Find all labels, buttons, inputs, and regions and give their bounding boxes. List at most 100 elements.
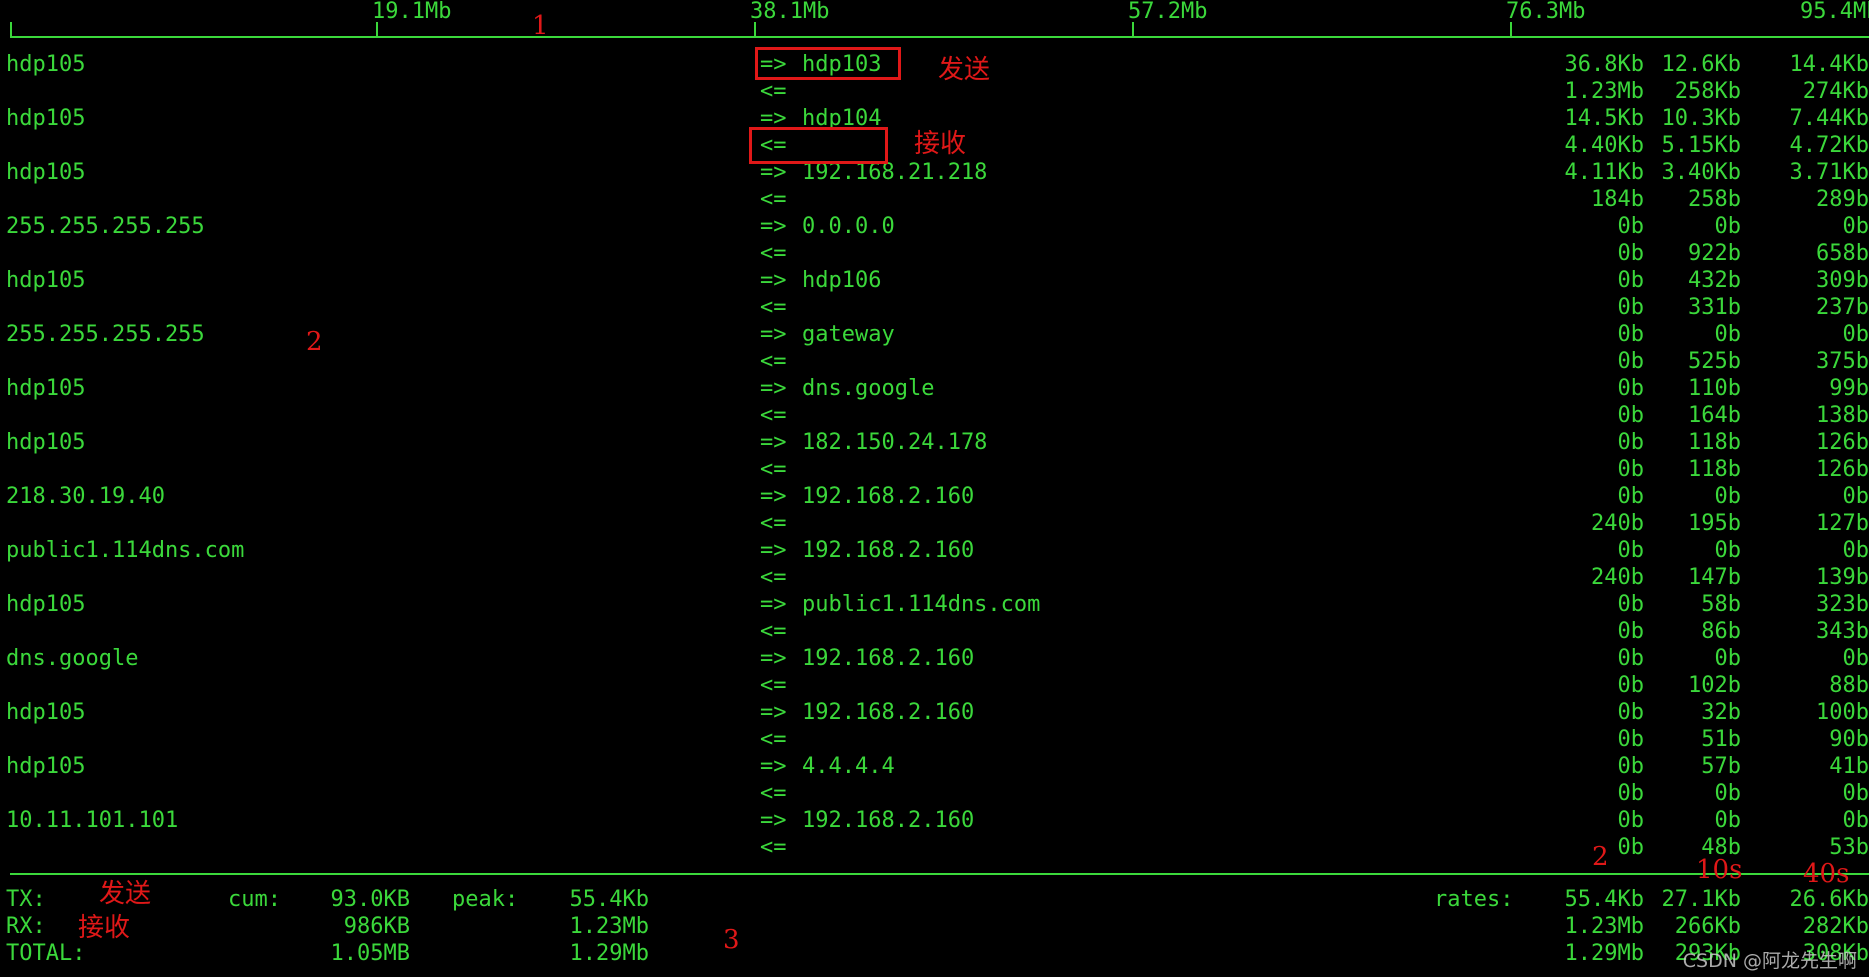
- source-host: public1.114dns.com: [6, 538, 245, 563]
- rx-rate-10s: 51b: [1701, 727, 1741, 752]
- tx-rate-40s: 309b: [1816, 268, 1869, 293]
- rx-rate-10s: 258b: [1688, 187, 1741, 212]
- rx-rate-2s: 0b: [1617, 403, 1645, 428]
- connection-receive-row: <= 0b 51b 90b: [0, 726, 1869, 753]
- scale-tick: [1132, 22, 1134, 36]
- annotation-receive: 接收: [914, 129, 967, 159]
- scale-tick: [1510, 22, 1512, 36]
- rx-rate-40s: 90b: [1829, 727, 1869, 752]
- rx-rate-2s: 0b: [1617, 835, 1645, 860]
- rx-totals-row: RX: 986KB 1.23Mb 1.23Mb 266Kb 282Kb: [0, 913, 1869, 940]
- tx-rate-10s: 58b: [1701, 592, 1741, 617]
- send-arrow: =>: [760, 322, 787, 347]
- rx-rate-2s: 1.23Mb: [1564, 914, 1644, 939]
- destination-host: 192.168.2.160: [802, 538, 975, 563]
- tx-rate-2s: 14.5Kb: [1564, 106, 1644, 131]
- scale-axis-line: [10, 36, 1869, 38]
- rx-rate-2s: 4.40Kb: [1564, 133, 1644, 158]
- tx-peak: 55.4Kb: [569, 887, 649, 912]
- send-arrow: =>: [760, 592, 787, 617]
- rx-rate-40s: 53b: [1829, 835, 1869, 860]
- tx-rate-2s: 4.11Kb: [1564, 160, 1644, 185]
- destination-host: dns.google: [802, 376, 935, 401]
- send-arrow: =>: [760, 754, 787, 779]
- connection-receive-row: <= 0b 0b 0b: [0, 780, 1869, 807]
- source-host: hdp105: [6, 592, 86, 617]
- rx-rate-10s: 5.15Kb: [1661, 133, 1741, 158]
- tx-rate-10s: 57b: [1701, 754, 1741, 779]
- source-host: hdp105: [6, 754, 86, 779]
- connection-receive-row: <= 240b 147b 139b: [0, 564, 1869, 591]
- destination-host: gateway: [802, 322, 895, 347]
- rx-rate-10s: 331b: [1688, 295, 1741, 320]
- connection-send-row: public1.114dns.com => 192.168.2.160 0b 0b 0b: [0, 537, 1869, 564]
- connection-receive-row: <= 0b 331b 237b: [0, 294, 1869, 321]
- connection-pair: 10.11.101.101 => 192.168.2.160 0b 0b 0b <= 0b 48…: [0, 807, 1869, 861]
- source-host: 10.11.101.101: [6, 808, 179, 833]
- rx-rate-2s: 0b: [1617, 619, 1645, 644]
- tx-rate-2s: 0b: [1617, 430, 1645, 455]
- tx-rate-40s: 0b: [1842, 214, 1869, 239]
- source-host: hdp105: [6, 52, 86, 77]
- connection-receive-row: <= 0b 102b 88b: [0, 672, 1869, 699]
- rx-rate-2s: 0b: [1617, 457, 1645, 482]
- tx-rate-40s: 26.6Kb: [1789, 887, 1869, 912]
- connection-send-row: hdp105 => 182.150.24.178 0b 118b 126b: [0, 429, 1869, 456]
- tx-rate-40s: 99b: [1829, 376, 1869, 401]
- annotation-tx-cn: 发送: [99, 879, 152, 909]
- connection-pair: hdp105 => hdp103 36.8Kb 12.6Kb 14.4Kb <= 1.23Mb…: [0, 51, 1869, 105]
- tx-rate-40s: 7.44Kb: [1789, 106, 1869, 131]
- receive-arrow: <=: [760, 349, 787, 374]
- rx-rate-2s: 0b: [1617, 781, 1645, 806]
- destination-host: 0.0.0.0: [802, 214, 895, 239]
- tx-rate-40s: 126b: [1816, 430, 1869, 455]
- tx-rate-2s: 55.4Kb: [1564, 887, 1644, 912]
- rx-rate-40s: 126b: [1816, 457, 1869, 482]
- receive-arrow: <=: [760, 619, 787, 644]
- rx-rate-40s: 289b: [1816, 187, 1869, 212]
- rx-rate-40s: 274Kb: [1802, 79, 1869, 104]
- scale-label: 95.4Mb: [1800, 0, 1869, 24]
- tx-rate-2s: 0b: [1617, 268, 1645, 293]
- rx-rate-10s: 86b: [1701, 619, 1741, 644]
- connection-send-row: hdp105 => dns.google 0b 110b 99b: [0, 375, 1869, 402]
- totals-divider: [10, 873, 1869, 875]
- tx-totals-row: TX: cum: 93.0KB peak: 55.4Kb rates: 55.4…: [0, 886, 1869, 913]
- receive-arrow: <=: [760, 781, 787, 806]
- rx-rate-40s: 88b: [1829, 673, 1869, 698]
- send-highlight-box: [755, 47, 901, 80]
- receive-arrow: <=: [760, 673, 787, 698]
- connection-receive-row: <= 0b 922b 658b: [0, 240, 1869, 267]
- rx-rate-40s: 375b: [1816, 349, 1869, 374]
- totals-panel: TX: cum: 93.0KB peak: 55.4Kb rates: 55.4…: [0, 886, 1869, 967]
- receive-arrow: <=: [760, 403, 787, 428]
- receive-arrow: <=: [760, 241, 787, 266]
- send-arrow: =>: [760, 214, 787, 239]
- connection-pair: 255.255.255.255 => 0.0.0.0 0b 0b 0b <= 0b 922b 65…: [0, 213, 1869, 267]
- tx-rate-40s: 0b: [1842, 538, 1869, 563]
- connection-send-row: hdp105 => hdp104 14.5Kb 10.3Kb 7.44Kb: [0, 105, 1869, 132]
- rx-rate-10s: 258Kb: [1674, 79, 1741, 104]
- source-host: dns.google: [6, 646, 139, 671]
- rx-rate-2s: 0b: [1617, 241, 1645, 266]
- connection-receive-row: <= 0b 48b 53b: [0, 834, 1869, 861]
- rx-rate-10s: 525b: [1688, 349, 1741, 374]
- peak-label: peak:: [452, 887, 519, 912]
- rx-label: RX:: [6, 914, 46, 939]
- source-host: 255.255.255.255: [6, 214, 205, 239]
- rx-rate-40s: 139b: [1816, 565, 1869, 590]
- rx-rate-2s: 1.23Mb: [1564, 79, 1644, 104]
- tx-rate-10s: 0b: [1714, 322, 1742, 347]
- receive-highlight-box: [749, 127, 888, 164]
- source-host: hdp105: [6, 106, 86, 131]
- scale-label: 76.3Mb: [1506, 0, 1586, 24]
- tx-rate-10s: 0b: [1714, 808, 1742, 833]
- rx-rate-10s: 266Kb: [1674, 914, 1741, 939]
- connection-receive-row: <= 0b 164b 138b: [0, 402, 1869, 429]
- tx-rate-40s: 323b: [1816, 592, 1869, 617]
- rx-rate-2s: 0b: [1617, 349, 1645, 374]
- rx-rate-2s: 240b: [1591, 565, 1644, 590]
- source-host: hdp105: [6, 430, 86, 455]
- destination-host: 192.168.2.160: [802, 808, 975, 833]
- connection-pair: 218.30.19.40 => 192.168.2.160 0b 0b 0b <= 240b 1…: [0, 483, 1869, 537]
